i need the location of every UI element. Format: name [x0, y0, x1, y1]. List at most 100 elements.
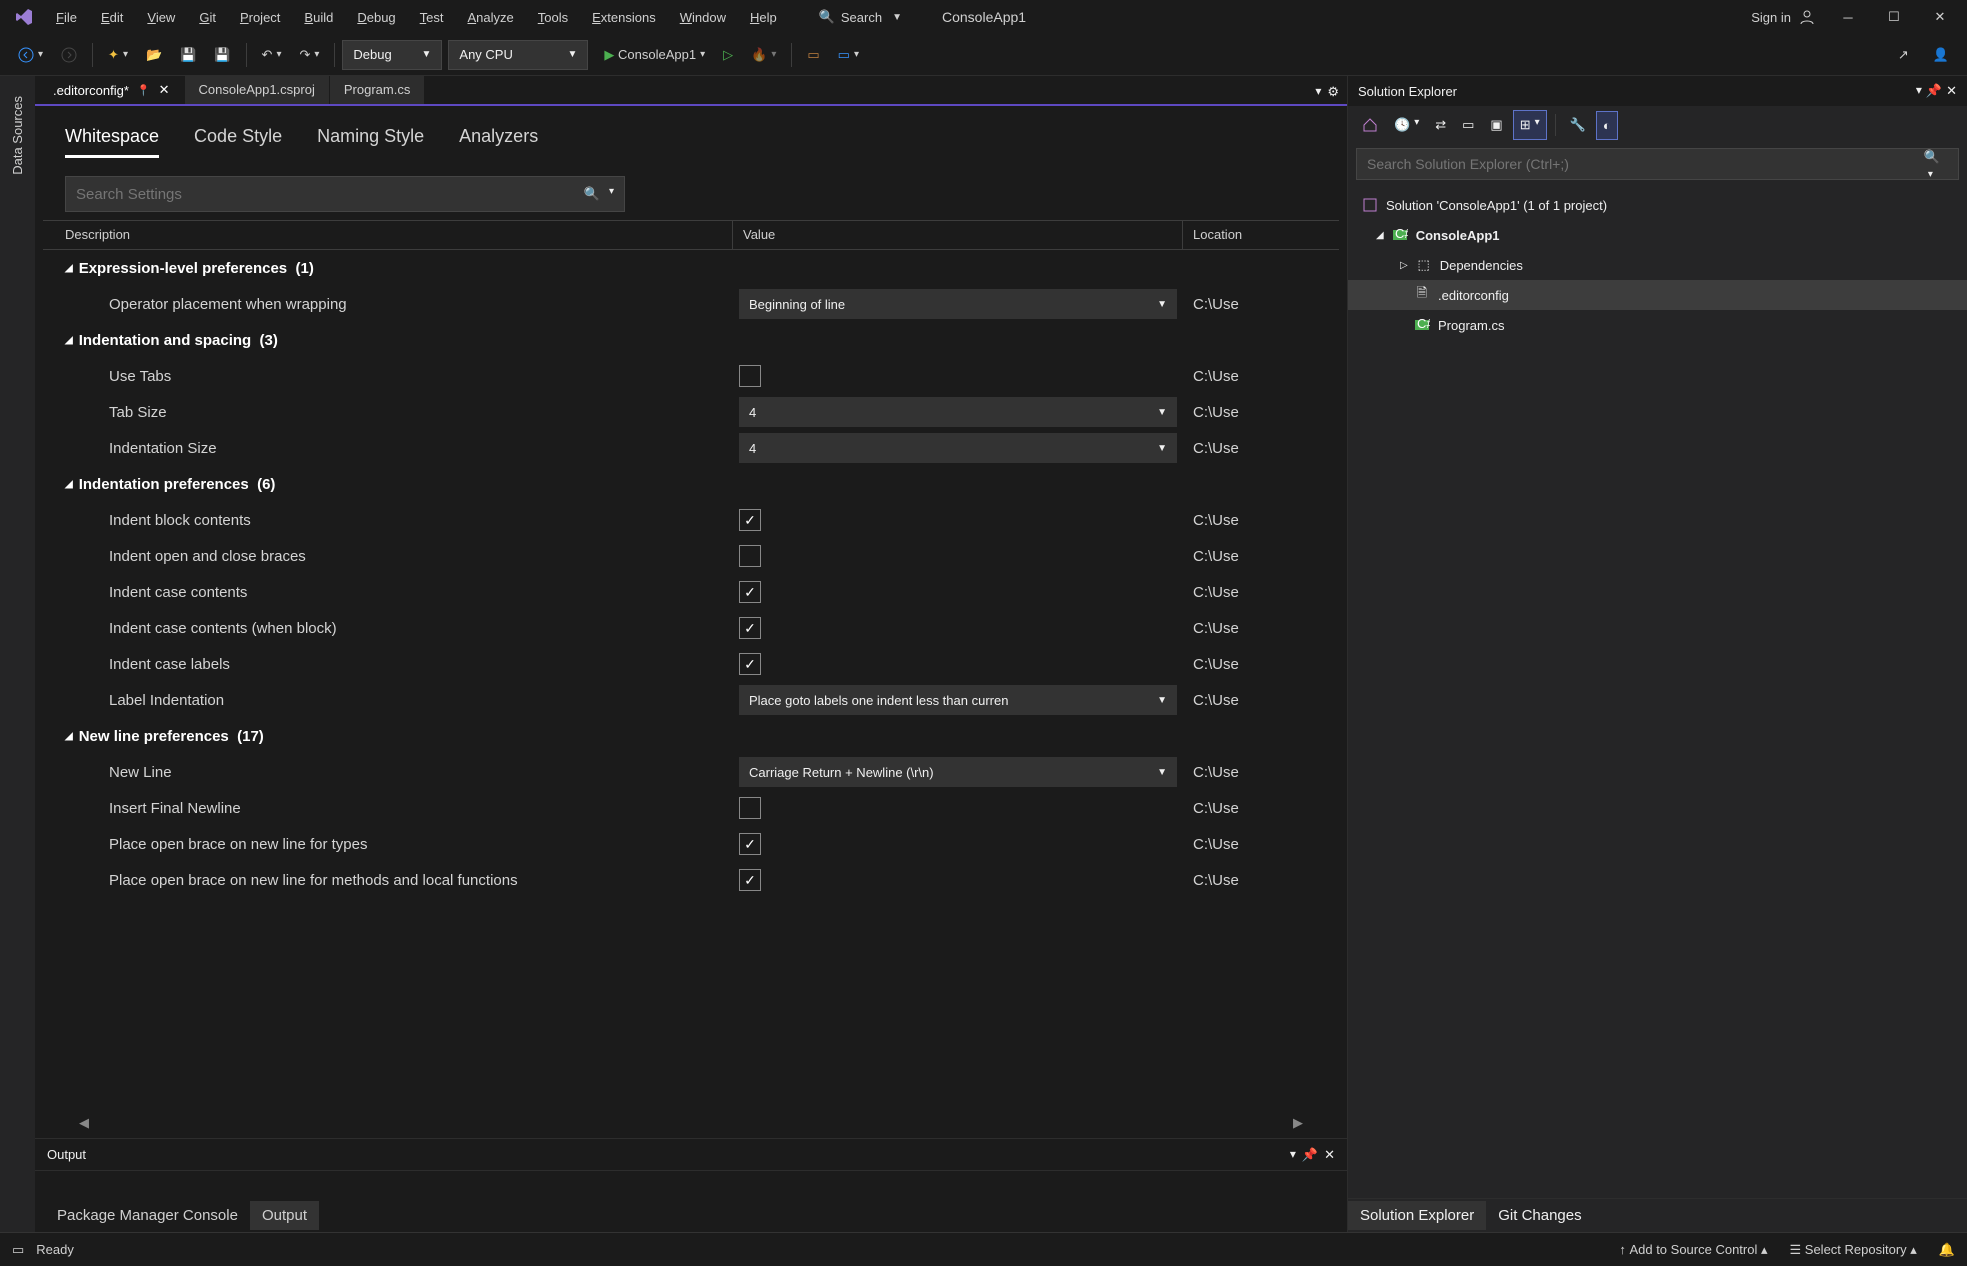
- sign-in-button[interactable]: Sign in: [1741, 5, 1825, 29]
- config-dropdown[interactable]: Debug▼: [342, 40, 442, 70]
- checkbox[interactable]: ✓: [739, 581, 761, 603]
- output-dropdown[interactable]: ▾: [1290, 1147, 1296, 1163]
- history-button[interactable]: 🕓▾: [1388, 111, 1425, 139]
- pin-icon[interactable]: 📌: [1926, 83, 1942, 99]
- new-item-button[interactable]: ✦▾: [100, 41, 136, 69]
- solution-node[interactable]: Solution 'ConsoleApp1' (1 of 1 project): [1348, 190, 1967, 220]
- checkbox[interactable]: ✓: [739, 869, 761, 891]
- pin-icon[interactable]: 📍: [137, 84, 151, 97]
- project-node[interactable]: ◢ C# ConsoleApp1: [1348, 220, 1967, 250]
- properties-button[interactable]: 🔧: [1564, 111, 1592, 139]
- views-dropdown[interactable]: ▾: [1916, 83, 1922, 99]
- redo-button[interactable]: ↷▾: [291, 41, 327, 69]
- column-location[interactable]: Location: [1183, 221, 1339, 249]
- menu-view[interactable]: View: [135, 4, 187, 31]
- column-description[interactable]: Description: [43, 221, 733, 249]
- group-header[interactable]: ◢New line preferences (17): [43, 718, 1339, 754]
- file-node-program[interactable]: C# Program.cs: [1348, 310, 1967, 340]
- checkbox[interactable]: ✓: [739, 833, 761, 855]
- sync-button[interactable]: ⇄: [1429, 111, 1452, 139]
- platform-dropdown[interactable]: Any CPU▼: [448, 40, 588, 70]
- group-header[interactable]: ◢Indentation and spacing (3): [43, 322, 1339, 358]
- output-window-icon[interactable]: ▭: [12, 1242, 24, 1258]
- minimize-button[interactable]: ─: [1825, 2, 1871, 32]
- hot-reload-button[interactable]: 🔥▾: [743, 41, 784, 69]
- run-button[interactable]: ▶ ConsoleApp1▾: [596, 41, 713, 69]
- dropdown[interactable]: Carriage Return + Newline (\r\n)▼: [739, 757, 1177, 787]
- menu-help[interactable]: Help: [738, 4, 789, 31]
- scroll-right-icon[interactable]: ▶: [1287, 1115, 1309, 1131]
- dropdown[interactable]: 4▼: [739, 397, 1177, 427]
- checkbox[interactable]: [739, 365, 761, 387]
- solution-search-input[interactable]: [1367, 156, 1924, 172]
- style-tab-code-style[interactable]: Code Style: [194, 126, 282, 158]
- menu-analyze[interactable]: Analyze: [456, 4, 526, 31]
- checkbox[interactable]: ✓: [739, 653, 761, 675]
- dependencies-node[interactable]: ▷ ⬚ Dependencies: [1348, 250, 1967, 280]
- menu-project[interactable]: Project: [228, 4, 292, 31]
- menu-test[interactable]: Test: [408, 4, 456, 31]
- save-button[interactable]: 💾: [172, 41, 204, 69]
- menu-edit[interactable]: Edit: [89, 4, 135, 31]
- group-header[interactable]: ◢Expression-level preferences (1): [43, 250, 1339, 286]
- close-output-button[interactable]: ✕: [1324, 1147, 1335, 1163]
- menu-build[interactable]: Build: [292, 4, 345, 31]
- scroll-left-icon[interactable]: ◀: [73, 1115, 95, 1131]
- checkbox[interactable]: [739, 545, 761, 567]
- bottom-tab-output[interactable]: Output: [250, 1201, 319, 1230]
- right-tab-git-changes[interactable]: Git Changes: [1486, 1201, 1593, 1230]
- column-value[interactable]: Value: [733, 221, 1183, 249]
- bottom-tab-package-manager-console[interactable]: Package Manager Console: [45, 1201, 250, 1230]
- toggle-view-button[interactable]: ⊞▾: [1513, 110, 1547, 140]
- tab-ConsoleApp1-csproj[interactable]: ConsoleApp1.csproj: [185, 76, 329, 104]
- checkbox[interactable]: ✓: [739, 509, 761, 531]
- data-sources-tab[interactable]: Data Sources: [10, 84, 25, 187]
- tab-nav-button[interactable]: ▾: [1315, 84, 1321, 100]
- close-tab-icon[interactable]: ✕: [159, 82, 170, 98]
- home-button[interactable]: [1356, 111, 1384, 139]
- solution-explorer-search[interactable]: 🔍▾: [1356, 148, 1959, 180]
- configure-tabs-button[interactable]: ⚙: [1327, 84, 1339, 100]
- dropdown[interactable]: 4▼: [739, 433, 1177, 463]
- checkbox[interactable]: [739, 797, 761, 819]
- browse-button[interactable]: ▭: [799, 41, 827, 69]
- group-header[interactable]: ◢Indentation preferences (6): [43, 466, 1339, 502]
- file-node-editorconfig[interactable]: 🗎 .editorconfig: [1348, 280, 1967, 310]
- run-no-debug-button[interactable]: ▷: [715, 41, 741, 69]
- right-tab-solution-explorer[interactable]: Solution Explorer: [1348, 1201, 1486, 1230]
- search-icon[interactable]: 🔍: [584, 186, 600, 202]
- tab-Program-cs[interactable]: Program.cs: [330, 76, 424, 104]
- dropdown[interactable]: Beginning of line▼: [739, 289, 1177, 319]
- nav-fwd-button[interactable]: [53, 41, 85, 69]
- expand-icon[interactable]: ▷: [1400, 260, 1408, 271]
- select-repo-button[interactable]: ☰ Select Repository ▴: [1790, 1242, 1917, 1258]
- close-panel-button[interactable]: ✕: [1946, 83, 1957, 99]
- tab--editorconfig-[interactable]: .editorconfig*📍✕: [39, 76, 184, 104]
- add-source-control-button[interactable]: ↑ Add to Source Control ▴: [1619, 1242, 1767, 1258]
- style-tab-naming-style[interactable]: Naming Style: [317, 126, 424, 158]
- save-all-button[interactable]: 💾: [206, 41, 238, 69]
- account-button[interactable]: 👤: [1925, 41, 1957, 69]
- chevron-down-icon[interactable]: ▾: [609, 186, 614, 202]
- close-button[interactable]: ✕: [1917, 2, 1963, 32]
- horizontal-scrollbar[interactable]: ◀ ▶: [73, 1112, 1309, 1134]
- preview-button[interactable]: ◐: [1596, 111, 1618, 140]
- search-settings-box[interactable]: 🔍▾: [65, 176, 625, 212]
- layout-button[interactable]: ▭▾: [830, 41, 867, 69]
- pin-icon[interactable]: 📌: [1302, 1147, 1318, 1163]
- menu-file[interactable]: File: [44, 4, 89, 31]
- maximize-button[interactable]: ☐: [1871, 2, 1917, 32]
- share-button[interactable]: ↗: [1890, 41, 1917, 69]
- search-settings-input[interactable]: [76, 186, 584, 203]
- menu-extensions[interactable]: Extensions: [580, 4, 668, 31]
- checkbox[interactable]: ✓: [739, 617, 761, 639]
- menu-tools[interactable]: Tools: [526, 4, 580, 31]
- menu-debug[interactable]: Debug: [345, 4, 407, 31]
- open-folder-button[interactable]: 📂: [138, 41, 170, 69]
- nav-back-button[interactable]: ▾: [10, 41, 51, 69]
- expand-icon[interactable]: ◢: [1376, 230, 1384, 241]
- bell-icon[interactable]: 🔔: [1939, 1242, 1955, 1258]
- show-all-button[interactable]: ▣: [1484, 111, 1508, 139]
- undo-button[interactable]: ↶▾: [254, 41, 290, 69]
- collapse-button[interactable]: ▭: [1456, 111, 1480, 139]
